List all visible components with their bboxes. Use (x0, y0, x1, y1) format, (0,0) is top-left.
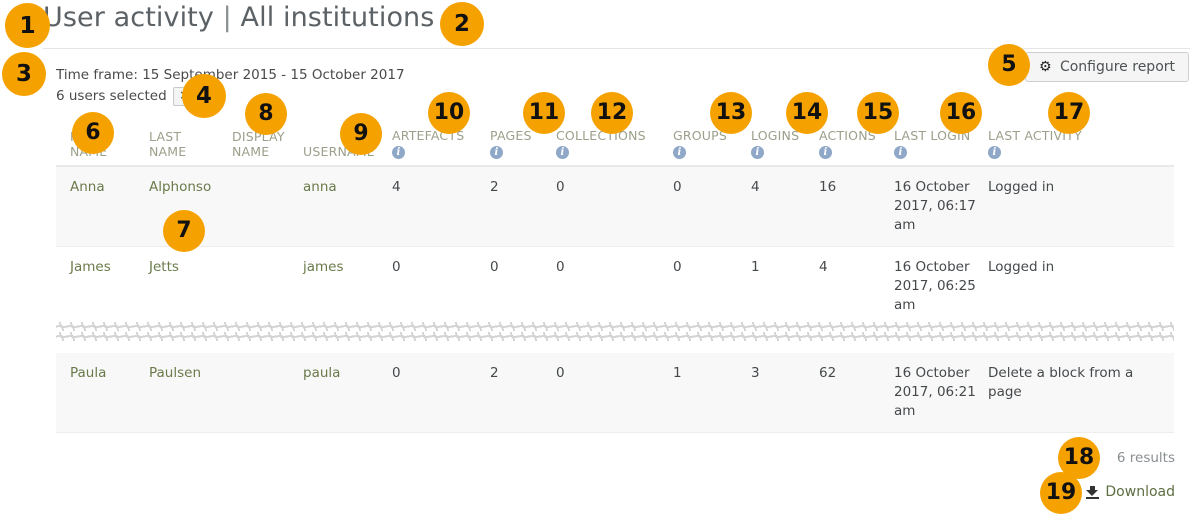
configure-report-button[interactable]: ⚙ Configure report (1024, 52, 1189, 82)
column-header-last-activity[interactable]: LAST ACTIVITY i (988, 128, 1174, 167)
annotation-badge-1: 1 (5, 3, 50, 48)
user-link[interactable]: james (303, 259, 344, 275)
info-icon[interactable]: i (556, 146, 569, 159)
cell-pages: 2 (490, 166, 556, 247)
info-icon[interactable]: i (751, 146, 764, 159)
cell-username: anna (303, 166, 392, 247)
annotation-badge-16: 16 (940, 92, 982, 134)
cell-logins: 3 (751, 353, 819, 433)
annotation-badge-13: 13 (710, 92, 752, 134)
truncation-zigzag (56, 322, 1174, 344)
user-link[interactable]: Jetts (149, 259, 179, 275)
user-link[interactable]: anna (303, 179, 337, 195)
annotation-badge-19: 19 (1040, 472, 1082, 514)
cell-artefacts: 4 (392, 166, 490, 247)
cell-pages: 0 (490, 246, 556, 327)
user-link[interactable]: Paula (70, 365, 106, 381)
info-icon[interactable]: i (673, 146, 686, 159)
cell-artefacts: 0 (392, 246, 490, 327)
user-link[interactable]: Anna (70, 179, 105, 195)
cell-logins: 4 (751, 166, 819, 247)
cell-last-activity: Delete a block from a page (988, 353, 1174, 433)
download-label: Download (1105, 484, 1175, 500)
cell-display-name (232, 353, 303, 433)
timeframe-label: Time frame: 15 September 2015 - 15 Octob… (56, 67, 405, 83)
gear-icon: ⚙ (1038, 59, 1052, 75)
annotation-badge-10: 10 (428, 92, 470, 134)
cell-display-name (232, 166, 303, 247)
cell-first-name: James (56, 246, 149, 327)
cell-groups: 1 (673, 353, 751, 433)
table-row: Paula Paulsen paula 0 2 0 1 3 62 16 Octo… (56, 353, 1174, 433)
cell-pages: 2 (490, 353, 556, 433)
user-link[interactable]: Paulsen (149, 365, 201, 381)
annotation-badge-11: 11 (523, 92, 565, 134)
cell-collections: 0 (556, 353, 673, 433)
zigzag-line (56, 332, 1174, 341)
cell-collections: 0 (556, 246, 673, 327)
column-header-last-login[interactable]: LAST LOGIN i (894, 128, 988, 167)
info-icon[interactable]: i (490, 146, 503, 159)
users-selected-label: 6 users selected (56, 88, 167, 104)
cell-groups: 0 (673, 166, 751, 247)
cell-last-login: 16 October 2017, 06:25 am (894, 246, 988, 327)
column-header-last-name[interactable]: LAST NAME (149, 128, 232, 167)
annotation-badge-15: 15 (857, 92, 899, 134)
cell-first-name: Anna (56, 166, 149, 247)
cell-actions: 4 (819, 246, 894, 327)
table-row: James Jetts james 0 0 0 0 1 4 16 October… (56, 246, 1174, 327)
results-count: 6 results (1116, 450, 1175, 466)
cell-artefacts: 0 (392, 353, 490, 433)
cell-last-name: Jetts (149, 246, 232, 327)
cell-username: james (303, 246, 392, 327)
annotation-badge-9: 9 (340, 113, 382, 155)
cell-display-name (232, 246, 303, 327)
download-icon (1086, 485, 1100, 499)
page-title: User activity | All institutions (43, 2, 434, 33)
cell-first-name: Paula (56, 353, 149, 433)
column-header-groups[interactable]: GROUPS i (673, 128, 751, 167)
cell-last-name: Paulsen (149, 353, 232, 433)
users-selected-row: 6 users selected × (56, 87, 405, 106)
cell-groups: 0 (673, 246, 751, 327)
annotation-badge-17: 17 (1048, 92, 1090, 134)
page-title-separator: | (222, 2, 232, 33)
info-icon[interactable]: i (819, 146, 832, 159)
cell-actions: 62 (819, 353, 894, 433)
column-header-artefacts[interactable]: ARTEFACTS i (392, 128, 490, 167)
info-icon[interactable]: i (988, 146, 1001, 159)
zigzag-line (56, 322, 1174, 331)
cell-last-login: 16 October 2017, 06:17 am (894, 166, 988, 247)
report-meta: Time frame: 15 September 2015 - 15 Octob… (56, 66, 405, 106)
user-link[interactable]: Alphonso (149, 179, 211, 195)
info-icon[interactable]: i (392, 146, 405, 159)
annotation-badge-7: 7 (163, 210, 205, 252)
cell-last-login: 16 October 2017, 06:21 am (894, 353, 988, 433)
annotation-badge-3: 3 (2, 52, 46, 96)
user-link[interactable]: paula (303, 365, 340, 381)
page-title-scope: All institutions (240, 2, 435, 33)
info-icon[interactable]: i (894, 146, 907, 159)
annotation-badge-5: 5 (988, 44, 1030, 86)
download-link[interactable]: Download (1086, 484, 1175, 500)
page-title-main: User activity (43, 2, 214, 33)
cell-collections: 0 (556, 166, 673, 247)
cell-last-activity: Logged in (988, 246, 1174, 327)
cell-logins: 1 (751, 246, 819, 327)
configure-report-label: Configure report (1059, 59, 1175, 75)
cell-actions: 16 (819, 166, 894, 247)
cell-username: paula (303, 353, 392, 433)
annotation-badge-12: 12 (591, 92, 633, 134)
table-row: Anna Alphonso anna 4 2 0 0 4 16 16 Octob… (56, 166, 1174, 247)
cell-last-activity: Logged in (988, 166, 1174, 247)
column-header-actions[interactable]: ACTIONS i (819, 128, 894, 167)
annotation-badge-14: 14 (786, 92, 828, 134)
annotation-badge-2: 2 (440, 2, 484, 46)
user-link[interactable]: James (70, 259, 111, 275)
annotation-badge-6: 6 (72, 112, 114, 154)
annotation-badge-4: 4 (182, 74, 226, 118)
annotation-badge-8: 8 (245, 93, 287, 135)
user-activity-table: FIRST NAME LAST NAME DISPLAY NAME USERNA… (56, 128, 1174, 433)
